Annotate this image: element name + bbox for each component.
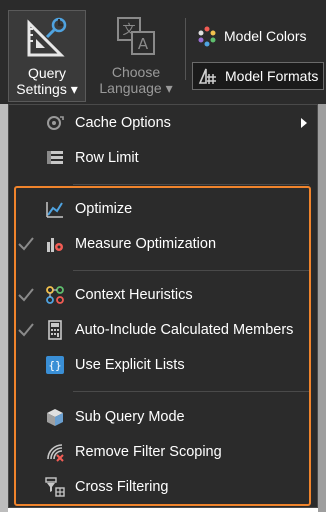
translate-icon: 文 A bbox=[117, 17, 155, 55]
chevron-down-icon: ▾ bbox=[165, 80, 173, 96]
choose-language-button[interactable]: 文 A Choose Language ▾ bbox=[92, 10, 180, 102]
model-colors-label: Model Colors bbox=[224, 28, 307, 44]
background-panel bbox=[318, 104, 326, 512]
menu-divider bbox=[73, 270, 309, 271]
menu-item-remove-filter-scoping[interactable]: Remove Filter Scoping bbox=[9, 436, 317, 468]
model-formats-label: Model Formats bbox=[225, 68, 319, 84]
ribbon-toolbar: Query Settings ▾ 文 A Choose Language ▾ M… bbox=[0, 0, 326, 104]
menu-item-label: Row Limit bbox=[75, 150, 139, 166]
menu-item-cache-options[interactable]: Cache Options bbox=[9, 107, 317, 139]
menu-item-label: Use Explicit Lists bbox=[75, 357, 185, 373]
cross-filter-icon bbox=[45, 477, 65, 497]
menu-item-use-explicit-lists[interactable]: {} Use Explicit Lists bbox=[9, 349, 317, 381]
row-limit-icon bbox=[47, 151, 63, 164]
query-settings-menu: Cache Options Row Limit Optimize Measure… bbox=[8, 104, 318, 508]
cube-icon bbox=[47, 409, 63, 426]
svg-text:A: A bbox=[138, 35, 149, 53]
menu-item-label: Context Heuristics bbox=[75, 287, 193, 303]
query-settings-button[interactable]: Query Settings ▾ bbox=[8, 10, 86, 102]
menu-item-measure-optimization[interactable]: Measure Optimization bbox=[9, 228, 317, 260]
choose-language-label-1: Choose bbox=[111, 64, 161, 80]
menu-item-label: Cross Filtering bbox=[75, 479, 169, 495]
calculator-icon bbox=[48, 320, 62, 340]
menu-item-label: Sub Query Mode bbox=[75, 409, 185, 425]
screenshot-root: Query Settings ▾ 文 A Choose Language ▾ M… bbox=[0, 0, 326, 512]
cache-icon bbox=[47, 116, 64, 130]
menu-item-label: Optimize bbox=[75, 201, 133, 217]
menu-divider bbox=[73, 184, 309, 185]
checkmark-icon bbox=[18, 288, 34, 302]
menu-item-label: Cache Options bbox=[75, 115, 171, 131]
menu-item-sub-query-mode[interactable]: Sub Query Mode bbox=[9, 401, 317, 433]
optimize-icon bbox=[46, 202, 63, 218]
measure-optimization-icon bbox=[47, 238, 63, 252]
explicit-list-icon: {} bbox=[46, 356, 64, 374]
background-panel bbox=[0, 104, 8, 512]
remove-filter-icon bbox=[47, 444, 64, 462]
menu-item-optimize[interactable]: Optimize bbox=[9, 193, 317, 225]
submenu-arrow-icon bbox=[301, 118, 307, 128]
menu-item-label: Measure Optimization bbox=[75, 236, 217, 252]
context-heuristics-icon bbox=[46, 286, 64, 304]
checkmark-icon bbox=[18, 237, 34, 251]
query-settings-label-2: Settings bbox=[16, 81, 67, 97]
menu-divider bbox=[73, 391, 309, 392]
svg-text:{}: {} bbox=[48, 359, 61, 372]
palette-icon bbox=[198, 26, 216, 47]
menu-item-auto-include-calculated-members[interactable]: Auto-Include Calculated Members bbox=[9, 314, 317, 346]
chevron-down-icon: ▾ bbox=[70, 81, 78, 97]
menu-item-label: Remove Filter Scoping bbox=[75, 444, 222, 460]
menu-item-row-limit[interactable]: Row Limit bbox=[9, 142, 317, 174]
query-settings-label-1: Query bbox=[27, 65, 67, 81]
menu-item-context-heuristics[interactable]: Context Heuristics bbox=[9, 279, 317, 311]
checkmark-icon bbox=[18, 323, 34, 337]
choose-language-label-2: Language bbox=[99, 80, 162, 96]
menu-item-cross-filtering[interactable]: Cross Filtering bbox=[9, 471, 317, 503]
menu-item-label: Auto-Include Calculated Members bbox=[75, 322, 294, 338]
query-settings-icon bbox=[27, 17, 67, 57]
model-colors-button[interactable]: Model Colors bbox=[192, 22, 324, 50]
model-formats-button[interactable]: Model Formats bbox=[192, 62, 324, 90]
ribbon-separator bbox=[185, 18, 186, 80]
format-icon bbox=[198, 68, 216, 84]
